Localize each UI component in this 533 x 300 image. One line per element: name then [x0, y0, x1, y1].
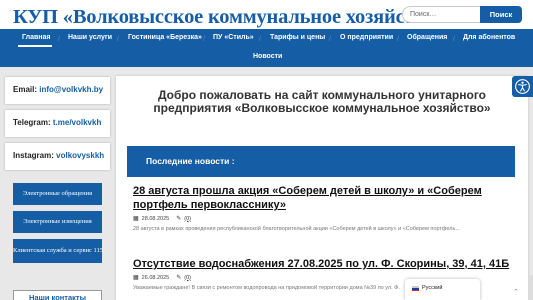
service-buttons-panel: Электронные обращения Электронные извеще… [5, 175, 110, 300]
nav-separator: / [329, 36, 331, 43]
nav-item-hotel[interactable]: Гостиница «Березка» [128, 34, 202, 41]
instagram-card: Instagram: volkovyskkh [5, 143, 110, 170]
news-header-title: Последние новости : [146, 156, 235, 166]
article-date: 26.08.2025 [141, 274, 170, 281]
nav-item-appeals[interactable]: Обращения [407, 34, 447, 41]
language-switcher[interactable]: Русский [405, 279, 480, 300]
instagram-line: Instagram: volkovyskkh [13, 151, 104, 160]
language-label: Русский [422, 285, 443, 291]
comments-icon: ✎ [176, 275, 182, 281]
nav-separator: / [259, 36, 261, 43]
nav-item-news[interactable]: Новости [253, 53, 282, 60]
article-title-link[interactable]: 28 августа прошла акция «Соберем детей в… [133, 184, 518, 212]
instagram-link[interactable]: volkovyskkh [56, 151, 104, 160]
nav-item-services[interactable]: Наши услуги [68, 34, 112, 41]
calendar-icon: ▦ [133, 275, 139, 281]
article-title-link[interactable]: Отсутствие водоснабжения 27.08.2025 по у… [133, 257, 518, 271]
news-header: Последние новости : [127, 146, 515, 177]
calendar-icon: ▦ [133, 216, 139, 222]
article-meta: ▦ 28.08.2025 ✎ (0) [133, 215, 518, 223]
e-notices-button[interactable]: Электронные извещения [13, 211, 102, 233]
search-input[interactable] [402, 6, 482, 23]
page-edge-widget [529, 275, 533, 300]
main-content: Добро пожаловать на сайт коммунального у… [116, 76, 528, 300]
nav-item-about[interactable]: О предприятии [340, 34, 393, 41]
telegram-label: Telegram: [13, 118, 51, 127]
telegram-card: Telegram: t.me/volkvkh [5, 110, 110, 137]
nav-active-indicator [18, 45, 52, 47]
nav-item-subscribers[interactable]: Для абонентов [463, 34, 515, 41]
chevron-up-icon[interactable]: ⌃ [513, 288, 519, 296]
comments-icon: ✎ [176, 216, 182, 222]
site-header: КУП «Волковысское коммунальное хозяйство… [0, 0, 533, 30]
nav-item-tariffs[interactable]: Тарифы и цены [270, 34, 325, 41]
contacts-button[interactable]: Наши контакты [13, 290, 102, 300]
nav-item-style[interactable]: ПУ «Стиль» [213, 34, 254, 41]
email-line: Email: info@volkvkh.by [13, 85, 103, 94]
email-link[interactable]: info@volkvkh.by [39, 85, 103, 94]
russia-flag-icon [412, 286, 419, 292]
accessibility-icon [515, 79, 530, 94]
e-appeals-button[interactable]: Электронные обращения [13, 183, 102, 205]
nav-separator: / [397, 36, 399, 43]
nav-separator: / [58, 36, 60, 43]
email-card: Email: info@volkvkh.by [5, 77, 110, 104]
article-excerpt: 28 августа в рамках проведения республик… [133, 226, 460, 232]
main-nav: Главная / Наши услуги / Гостиница «Берез… [0, 29, 533, 67]
search-form: Поиск [402, 6, 522, 23]
telegram-line: Telegram: t.me/volkvkh [13, 118, 101, 127]
telegram-link[interactable]: t.me/volkvkh [53, 118, 101, 127]
news-article: 28 августа прошла акция «Соберем детей в… [133, 184, 518, 232]
welcome-heading: Добро пожаловать на сайт коммунального у… [153, 88, 491, 115]
accessibility-button[interactable] [512, 76, 533, 97]
article-comments-link[interactable]: (0) [184, 275, 191, 281]
nav-separator: / [453, 36, 455, 43]
nav-separator: / [117, 36, 119, 43]
nav-item-home[interactable]: Главная [22, 34, 50, 41]
email-label: Email: [13, 85, 38, 94]
article-date: 28.08.2025 [141, 215, 170, 222]
client-service-button[interactable]: Клиентская служба и сервис 115 [13, 239, 103, 263]
nav-separator: / [203, 36, 205, 43]
search-button[interactable]: Поиск [480, 6, 522, 23]
instagram-label: Instagram: [13, 151, 54, 160]
article-comments-link[interactable]: (0) [184, 216, 191, 222]
site-title[interactable]: КУП «Волковысское коммунальное хозяйство… [13, 6, 445, 29]
